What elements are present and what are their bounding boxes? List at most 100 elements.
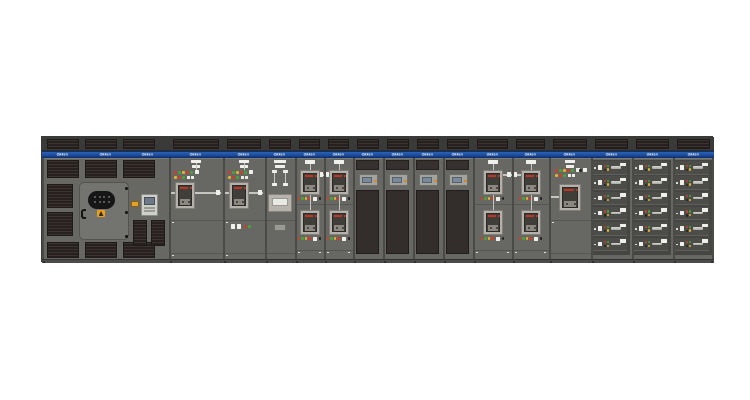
upper-dark-panel [356,160,379,170]
acb-charge-dot [236,201,238,203]
label-chip [565,160,575,163]
drawer-handle [652,181,662,184]
label-chip [572,174,575,177]
acb-trip-button [344,175,346,177]
hmi-screen [422,177,432,183]
plinth-screw [224,261,226,263]
label-chip [245,176,248,179]
brand-logo: Okken [646,153,657,157]
frame-line [223,253,265,254]
display-keys [144,207,155,209]
indicator-lamp [526,237,529,240]
drawer-selector [645,184,647,186]
label-chip [702,163,708,167]
meter-box [268,194,292,212]
indicator-lamp [604,165,606,167]
brand-logo: Okken [190,153,201,157]
label-chip [661,163,667,167]
acb-trip-button [576,189,578,191]
indicator-lamp [607,168,609,170]
label-chip [534,237,538,241]
vent-louver [85,160,117,178]
indicator-lamp [686,210,688,212]
indicator-lamp [689,210,691,212]
feeder-duplex-bay-4 [512,158,549,259]
indicator-lamp [689,226,691,228]
vent-louver [328,139,349,149]
plinth-dot [476,252,478,254]
vent-louver [677,139,710,149]
meter-screen [272,198,288,206]
indicator-lamp [689,229,691,231]
indicator-lamp [648,214,650,216]
selector-dot [502,237,505,240]
label-chip [272,170,277,173]
brand-logo: Okken [274,153,285,157]
drawer-selector [604,214,606,216]
label-chip [620,163,626,167]
vent-louver [85,139,117,149]
operator-hole [94,201,96,203]
indicator-lamp [301,197,304,200]
label-chip [598,242,602,247]
indicator-lamp [522,197,525,200]
label-chip [639,242,643,247]
generator-display-unit [141,194,158,216]
label-chip [566,165,574,168]
plinth-screw [633,261,635,263]
incomer-acb-bay-2 [223,158,265,259]
mcc-drawer [675,192,709,206]
drawer-selector [645,199,647,201]
label-chip [583,168,587,172]
indicator-lamp [484,197,487,200]
brand-logo: Okken [564,153,575,157]
label-chip [661,178,667,182]
label-chip [319,172,323,177]
section-divider [295,158,297,259]
plinth-screw [513,261,515,263]
indicator-lamp [327,197,330,200]
indicator-lamp [555,174,558,177]
illustration-canvas: OkkenOkkenOkkenOkkenOkkenOkkenOkkenOkken… [0,0,750,400]
operator-hole [108,196,110,198]
indicator-lamp [190,171,193,174]
indicator-lamp [689,195,691,197]
indicator-lamp [645,195,647,197]
indicator-lamp [526,197,529,200]
label-chip [187,176,190,179]
plinth-screw [43,261,45,263]
dark-door-bay-4 [443,158,473,259]
feeder-duplex-bay-1 [295,158,324,259]
drawer-handle [611,197,621,200]
metering-bay [265,158,295,259]
label-chip [283,170,288,173]
indicator-lamp [305,197,308,200]
operator-hole [94,196,96,198]
vent-louver [173,139,219,149]
drawer-selector [604,199,606,201]
indicator-lamp [645,241,647,243]
mcc-drawer [675,222,709,236]
brand-logo: Okken [486,153,497,157]
mcc-drawer [675,161,709,175]
air-circuit-breaker [175,182,195,209]
vent-louver [595,139,628,149]
section-divider [673,158,675,259]
indicator-lamp [298,197,301,200]
acb-red-label [334,215,342,217]
vent-louver [123,160,155,178]
indicator-lamp [604,180,606,182]
generator-control-cubicle [42,158,169,259]
section-divider [512,158,514,259]
brand-logo: Okken [687,153,698,157]
vent-louver [516,139,545,149]
mcc-drawer [593,176,627,190]
hmi-orange-button [404,180,407,183]
indicator-lamp [301,237,304,240]
indicator-lamp [563,169,566,172]
label-chip [639,196,643,201]
drawer-selector [604,184,606,186]
drawer-handle [693,197,703,200]
drawer-handle [611,212,621,215]
indicator-lamp [244,225,247,228]
